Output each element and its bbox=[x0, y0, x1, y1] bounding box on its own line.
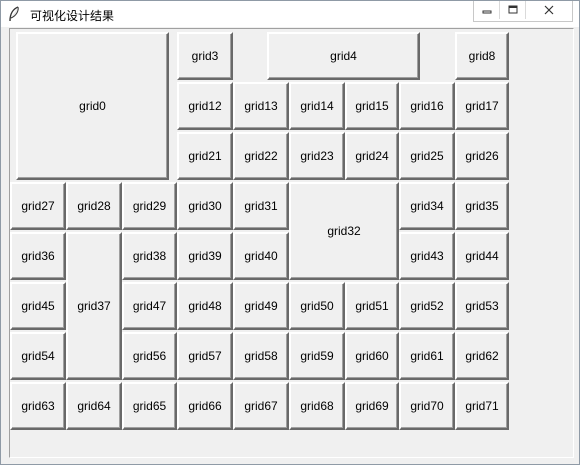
grid-button-grid40[interactable]: grid40 bbox=[233, 232, 289, 280]
grid-button-grid47[interactable]: grid47 bbox=[122, 282, 177, 330]
grid-button-grid13[interactable]: grid13 bbox=[233, 82, 289, 130]
grid-button-grid22[interactable]: grid22 bbox=[233, 132, 289, 180]
grid-button-grid30[interactable]: grid30 bbox=[177, 182, 233, 230]
close-button[interactable] bbox=[526, 1, 572, 19]
grid-button-grid3[interactable]: grid3 bbox=[177, 32, 233, 80]
grid-button-grid45[interactable]: grid45 bbox=[10, 282, 66, 330]
grid-button-grid68[interactable]: grid68 bbox=[289, 382, 345, 430]
grid-button-grid24[interactable]: grid24 bbox=[345, 132, 399, 180]
grid-button-grid70[interactable]: grid70 bbox=[399, 382, 455, 430]
grid-button-grid58[interactable]: grid58 bbox=[233, 332, 289, 380]
window-title: 可视化设计结果 bbox=[30, 9, 115, 23]
close-icon bbox=[544, 5, 554, 15]
grid-button-grid53[interactable]: grid53 bbox=[455, 282, 509, 330]
grid-button-grid56[interactable]: grid56 bbox=[122, 332, 177, 380]
grid-button-grid14[interactable]: grid14 bbox=[289, 82, 345, 130]
grid-button-grid28[interactable]: grid28 bbox=[66, 182, 122, 230]
grid-button-grid65[interactable]: grid65 bbox=[122, 382, 177, 430]
feather-icon bbox=[9, 6, 19, 22]
grid-button-grid62[interactable]: grid62 bbox=[455, 332, 509, 380]
grid-button-grid57[interactable]: grid57 bbox=[177, 332, 233, 380]
grid-button-grid63[interactable]: grid63 bbox=[10, 382, 66, 430]
grid-button-grid29[interactable]: grid29 bbox=[122, 182, 177, 230]
grid-button-grid52[interactable]: grid52 bbox=[399, 282, 455, 330]
grid-button-grid61[interactable]: grid61 bbox=[399, 332, 455, 380]
grid-button-grid15[interactable]: grid15 bbox=[345, 82, 399, 130]
grid-button-grid59[interactable]: grid59 bbox=[289, 332, 345, 380]
grid-button-grid38[interactable]: grid38 bbox=[122, 232, 177, 280]
grid-button-grid67[interactable]: grid67 bbox=[233, 382, 289, 430]
grid-button-grid12[interactable]: grid12 bbox=[177, 82, 233, 130]
grid-button-grid54[interactable]: grid54 bbox=[10, 332, 66, 380]
grid-button-grid37[interactable]: grid37 bbox=[66, 232, 122, 380]
grid-button-grid66[interactable]: grid66 bbox=[177, 382, 233, 430]
grid-button-grid43[interactable]: grid43 bbox=[399, 232, 455, 280]
maximize-button[interactable] bbox=[500, 1, 526, 19]
grid-button-grid32[interactable]: grid32 bbox=[289, 182, 399, 280]
grid-button-grid35[interactable]: grid35 bbox=[455, 182, 509, 230]
minimize-icon bbox=[482, 10, 491, 14]
window-controls bbox=[473, 1, 573, 22]
grid-button-grid60[interactable]: grid60 bbox=[345, 332, 399, 380]
grid-button-grid8[interactable]: grid8 bbox=[455, 32, 509, 80]
title-bar[interactable]: 可视化设计结果 bbox=[1, 1, 579, 27]
grid-button-grid27[interactable]: grid27 bbox=[10, 182, 66, 230]
maximize-icon bbox=[508, 5, 517, 14]
grid-button-grid16[interactable]: grid16 bbox=[399, 82, 455, 130]
grid-button-grid4[interactable]: grid4 bbox=[267, 32, 420, 80]
minimize-button[interactable] bbox=[474, 1, 500, 19]
grid-button-grid44[interactable]: grid44 bbox=[455, 232, 509, 280]
grid-button-grid36[interactable]: grid36 bbox=[10, 232, 66, 280]
grid-button-grid25[interactable]: grid25 bbox=[399, 132, 455, 180]
grid-button-grid51[interactable]: grid51 bbox=[345, 282, 399, 330]
grid-button-grid50[interactable]: grid50 bbox=[289, 282, 345, 330]
grid-button-grid21[interactable]: grid21 bbox=[177, 132, 233, 180]
grid-button-grid34[interactable]: grid34 bbox=[399, 182, 455, 230]
grid-button-grid17[interactable]: grid17 bbox=[455, 82, 509, 130]
grid-button-grid69[interactable]: grid69 bbox=[345, 382, 399, 430]
grid-button-grid49[interactable]: grid49 bbox=[233, 282, 289, 330]
grid-button-grid71[interactable]: grid71 bbox=[455, 382, 509, 430]
grid-button-grid23[interactable]: grid23 bbox=[289, 132, 345, 180]
grid-button-grid64[interactable]: grid64 bbox=[66, 382, 122, 430]
grid-button-grid26[interactable]: grid26 bbox=[455, 132, 509, 180]
grid-button-grid31[interactable]: grid31 bbox=[233, 182, 289, 230]
app-window: 可视化设计结果 grid0 grid3 grid4 grid8 grid12 g… bbox=[0, 0, 580, 465]
grid-button-grid0[interactable]: grid0 bbox=[16, 32, 169, 180]
grid-button-grid48[interactable]: grid48 bbox=[177, 282, 233, 330]
grid-button-grid39[interactable]: grid39 bbox=[177, 232, 233, 280]
